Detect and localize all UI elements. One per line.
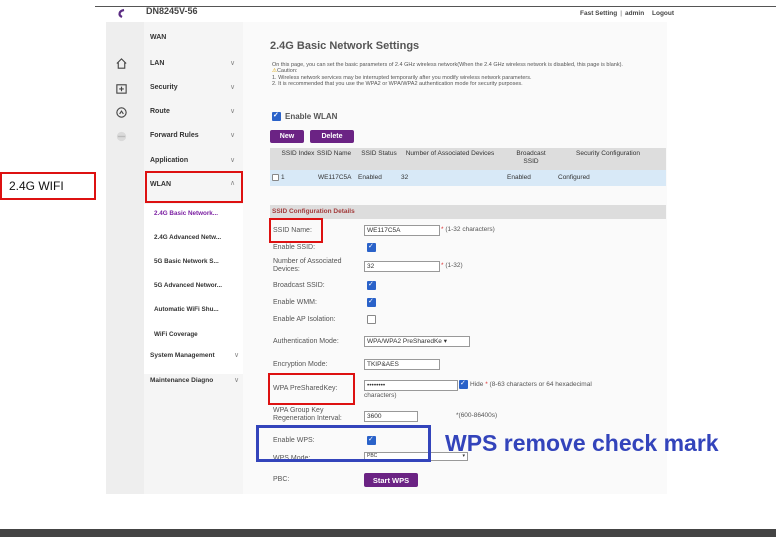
sidebar-item-forward-rules[interactable]: Forward Rules [150,132,199,139]
submenu-wifi-coverage[interactable]: WiFi Coverage [154,331,238,338]
enable-ssid-label: Enable SSID: [273,244,316,251]
associated-devices-input[interactable]: 32 [364,261,440,272]
start-wps-button[interactable]: Start WPS [364,473,418,487]
sidebar-item-maintenance[interactable]: Maintenance Diagno [150,377,213,384]
submenu-5g-advanced[interactable]: 5G Advanced Networ... [154,282,238,289]
chevron-down-icon: ∨ [230,132,236,139]
enable-wps-highlight-box [256,425,431,462]
ap-isolation-checkbox[interactable] [367,315,376,324]
ssid-name-hint-text: (1-32 characters) [445,226,495,233]
chevron-down-icon: ∨ [230,60,236,67]
submenu-auto-wifi-shutdown[interactable]: Automatic WiFi Shu... [154,306,238,313]
forward-icon[interactable] [113,128,129,144]
associated-devices-label: Number of Associated Devices: [273,258,342,273]
top-links: Fast Setting | admin Logout [580,10,675,17]
chevron-down-icon: ∨ [234,352,240,359]
submenu-2g-basic[interactable]: 2.4G Basic Network... [154,210,238,217]
associated-devices-hint: * (1-32) [441,262,463,269]
auth-mode-select[interactable]: WPA/WPA2 PreSharedKe ▾ [364,336,470,347]
chevron-down-icon: ▾ [443,338,447,345]
enable-wlan-label: Enable WLAN [285,112,338,121]
chevron-down-icon: ∨ [230,108,236,115]
device-model: DN8245V-56 [146,6,198,16]
security-box-icon[interactable] [113,80,129,96]
cell-broadcast-ssid: Enabled [507,174,531,181]
cell-ssid-name: WE117C5A [318,174,352,181]
column-header: Broadcast SSID [516,150,546,165]
submenu-2g-advanced[interactable]: 2.4G Advanced Netw... [154,234,238,241]
sidebar-item-wan[interactable]: WAN [150,34,166,41]
sidebar-item-security[interactable]: Security [150,84,178,91]
admin-link[interactable]: admin [625,10,644,17]
row-checkbox[interactable] [272,174,279,181]
column-header: SSID Index [281,150,315,157]
chevron-down-icon: ∨ [230,157,236,164]
wps-annotation-note: WPS remove check mark [445,430,719,456]
column-header: Security Configuration [576,150,640,157]
pbc-label: PBC: [273,476,290,483]
column-header: SSID Name [316,150,352,157]
enable-ssid-checkbox[interactable] [367,242,376,252]
submenu-5g-basic[interactable]: 5G Basic Network S... [154,258,238,265]
wifi-annotation-label: 2.4G WIFI [0,172,96,200]
auth-mode-label: Authentication Mode: [273,338,339,345]
cell-security-config: Configured [558,174,590,181]
enable-wlan-checkbox[interactable] [272,111,281,121]
hide-key-checkbox[interactable] [459,379,468,389]
group-key-interval-hint: *(600-86400s) [456,412,498,419]
enable-wmm-label: Enable WMM: [273,299,317,306]
cell-ssid-status: Enabled [358,174,382,181]
psk-hint-text: (8-63 characters or 64 hexadecimal [489,381,592,388]
cell-associated-devices: 32 [401,174,409,181]
sidebar: WAN LAN ∨ Security ∨ Route ∨ Forward Rul… [144,22,243,494]
sidebar-item-system-management[interactable]: System Management [150,352,215,359]
description-text: On this page, you can set the basic para… [272,62,623,68]
sidebar-item-lan[interactable]: LAN [150,60,164,67]
ap-isolation-label: Enable AP Isolation: [273,316,336,323]
encryption-mode-select[interactable]: TKIP&AES [364,359,440,370]
ssid-name-hint: * (1-32 characters) [441,226,495,233]
hide-key-label: Hide [470,381,484,388]
ssid-name-highlight-box [269,218,323,243]
bottom-bar [0,529,776,537]
enable-wmm-checkbox[interactable] [367,297,376,307]
psk-hint: Hide * (8-63 characters or 64 hexadecima… [470,381,592,388]
encryption-mode-label: Encryption Mode: [273,361,328,368]
enable-wlan-row: Enable WLAN [272,111,338,121]
sidebar-item-application[interactable]: Application [150,157,188,164]
table-header: SSID Index SSID Name SSID Status Number … [270,148,666,170]
sidebar-item-route[interactable]: Route [150,108,170,115]
route-icon[interactable] [113,104,129,120]
section-title: SSID Configuration Details [272,208,355,215]
psk-hint-2: characters) [364,392,397,399]
group-key-interval-input[interactable]: 3600 [364,411,418,422]
page-title: 2.4G Basic Network Settings [270,40,420,52]
home-icon[interactable] [113,55,129,71]
chevron-down-icon: ∨ [234,377,240,384]
delete-button[interactable]: Delete [310,130,354,143]
fast-setting-link[interactable]: Fast Setting [580,10,617,17]
wlan-submenu: 2.4G Basic Network... 2.4G Advanced Netw… [144,204,243,374]
table-row[interactable]: 1 WE117C5A Enabled 32 Enabled Configured [270,170,666,186]
chevron-down-icon: ∨ [230,84,236,91]
column-header: SSID Status [361,150,397,157]
caution-2: 2. It is recommended that you use the WP… [272,81,523,88]
logout-link[interactable]: Logout [652,10,674,17]
broadcast-ssid-label: Broadcast SSID: [273,282,325,289]
caution-label: Caution: [276,68,298,75]
presharedkey-highlight-box [268,373,355,405]
auth-mode-value: WPA/WPA2 PreSharedKe [367,338,442,345]
cell-ssid-index: 1 [281,174,285,181]
broadcast-ssid-checkbox[interactable] [367,280,376,290]
associated-devices-hint-text: (1-32) [445,262,463,269]
wlan-highlight-box [145,171,243,203]
wpa-presharedkey-input[interactable]: •••••••• [364,380,458,391]
ssid-name-input[interactable]: WE117C5A [364,225,440,236]
new-button[interactable]: New [270,130,304,143]
column-header: Number of Associated Devices [405,150,495,157]
page-description: On this page, you can set the basic para… [272,62,647,88]
group-key-interval-label: WPA Group Key Regeneration Interval: [273,407,342,422]
